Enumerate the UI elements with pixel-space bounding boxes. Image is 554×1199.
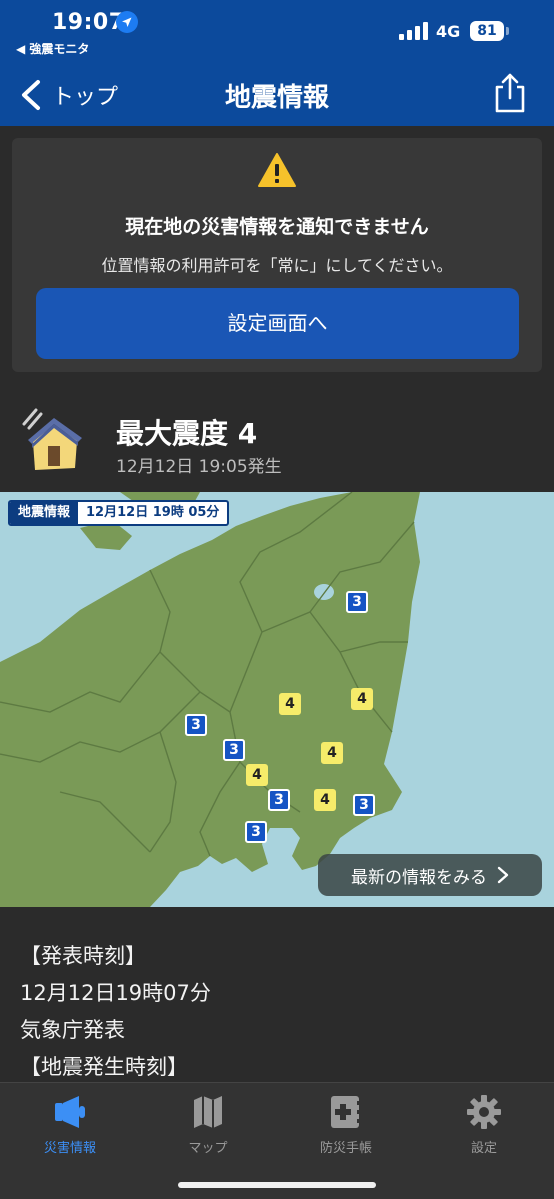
tab-settings[interactable]: 設定	[424, 1093, 544, 1163]
report-line: 気象庁発表	[20, 1018, 125, 1042]
handbook-icon	[331, 1096, 361, 1128]
max-intensity-label: 最大震度 4	[116, 417, 258, 450]
share-icon[interactable]	[492, 72, 528, 114]
tab-label: 災害情報	[43, 1141, 96, 1156]
tab-label: 防災手帳	[319, 1141, 372, 1156]
cellular-signal-icon	[399, 22, 428, 40]
intensity-marker[interactable]: 4	[314, 789, 336, 811]
map-icon	[194, 1096, 222, 1128]
back-to-app-link[interactable]: ◀ 強震モニタ	[16, 40, 89, 57]
tab-label: マップ	[188, 1141, 228, 1156]
intensity-marker[interactable]: 3	[268, 789, 290, 811]
chevron-right-icon	[497, 866, 509, 884]
map-badge-label: 地震情報	[10, 502, 79, 524]
view-latest-label: 最新の情報をみる	[351, 867, 487, 888]
warning-icon	[258, 153, 296, 187]
report-body: 【発表時刻】 12月12日19時07分 気象庁発表 【地震発生時刻】	[20, 938, 540, 1086]
report-line: 【発表時刻】	[20, 944, 146, 968]
status-time: 19:07	[52, 10, 125, 35]
shaking-house-icon	[22, 408, 82, 470]
location-warning-card: 現在地の災害情報を通知できません 位置情報の利用許可を「常に」にしてください。 …	[12, 138, 542, 372]
intensity-marker[interactable]: 3	[346, 591, 368, 613]
network-type: 4G	[436, 22, 461, 41]
navigation-bar: トップ 地震情報	[0, 64, 554, 126]
map-terrain	[0, 492, 554, 907]
battery-indicator: 81	[470, 21, 504, 41]
home-indicator[interactable]	[178, 1182, 376, 1188]
map-badge-time: 12月12日 19時 05分	[86, 505, 220, 520]
battery-tip	[506, 27, 509, 35]
intensity-marker[interactable]: 4	[321, 742, 343, 764]
warning-text: 位置情報の利用許可を「常に」にしてください。	[101, 256, 453, 275]
map-info-badge: 地震情報 12月12日 19時 05分	[8, 500, 230, 526]
location-arrow-icon	[116, 11, 138, 33]
page-title: 地震情報	[224, 83, 329, 113]
report-line: 【地震発生時刻】	[20, 1055, 188, 1079]
tab-handbook[interactable]: 防災手帳	[286, 1093, 406, 1163]
intensity-marker[interactable]: 3	[223, 739, 245, 761]
megaphone-icon	[55, 1096, 85, 1128]
intensity-marker[interactable]: 3	[185, 714, 207, 736]
earthquake-map[interactable]: 地震情報 12月12日 19時 05分 3 4 4 3 3 4 4 3 4 3 …	[0, 492, 554, 907]
warning-title: 現在地の災害情報を通知できません	[125, 216, 429, 238]
status-bar: 19:07 ◀ 強震モニタ 4G 81	[0, 0, 554, 64]
gear-icon	[467, 1095, 501, 1129]
tab-map[interactable]: マップ	[148, 1093, 268, 1163]
intensity-marker[interactable]: 3	[353, 794, 375, 816]
intensity-marker[interactable]: 4	[351, 688, 373, 710]
intensity-marker[interactable]: 4	[246, 764, 268, 786]
view-latest-button[interactable]: 最新の情報をみる	[318, 854, 542, 896]
intensity-marker[interactable]: 3	[245, 821, 267, 843]
occurred-time: 12月12日 19:05発生	[116, 457, 282, 477]
tab-disaster-info[interactable]: 災害情報	[10, 1093, 130, 1163]
open-settings-button[interactable]: 設定画面へ	[36, 288, 519, 359]
tab-label: 設定	[470, 1141, 497, 1156]
intensity-header: 最大震度 4 12月12日 19:05発生	[0, 384, 554, 492]
intensity-marker[interactable]: 4	[279, 693, 301, 715]
report-line: 12月12日19時07分	[20, 981, 211, 1005]
